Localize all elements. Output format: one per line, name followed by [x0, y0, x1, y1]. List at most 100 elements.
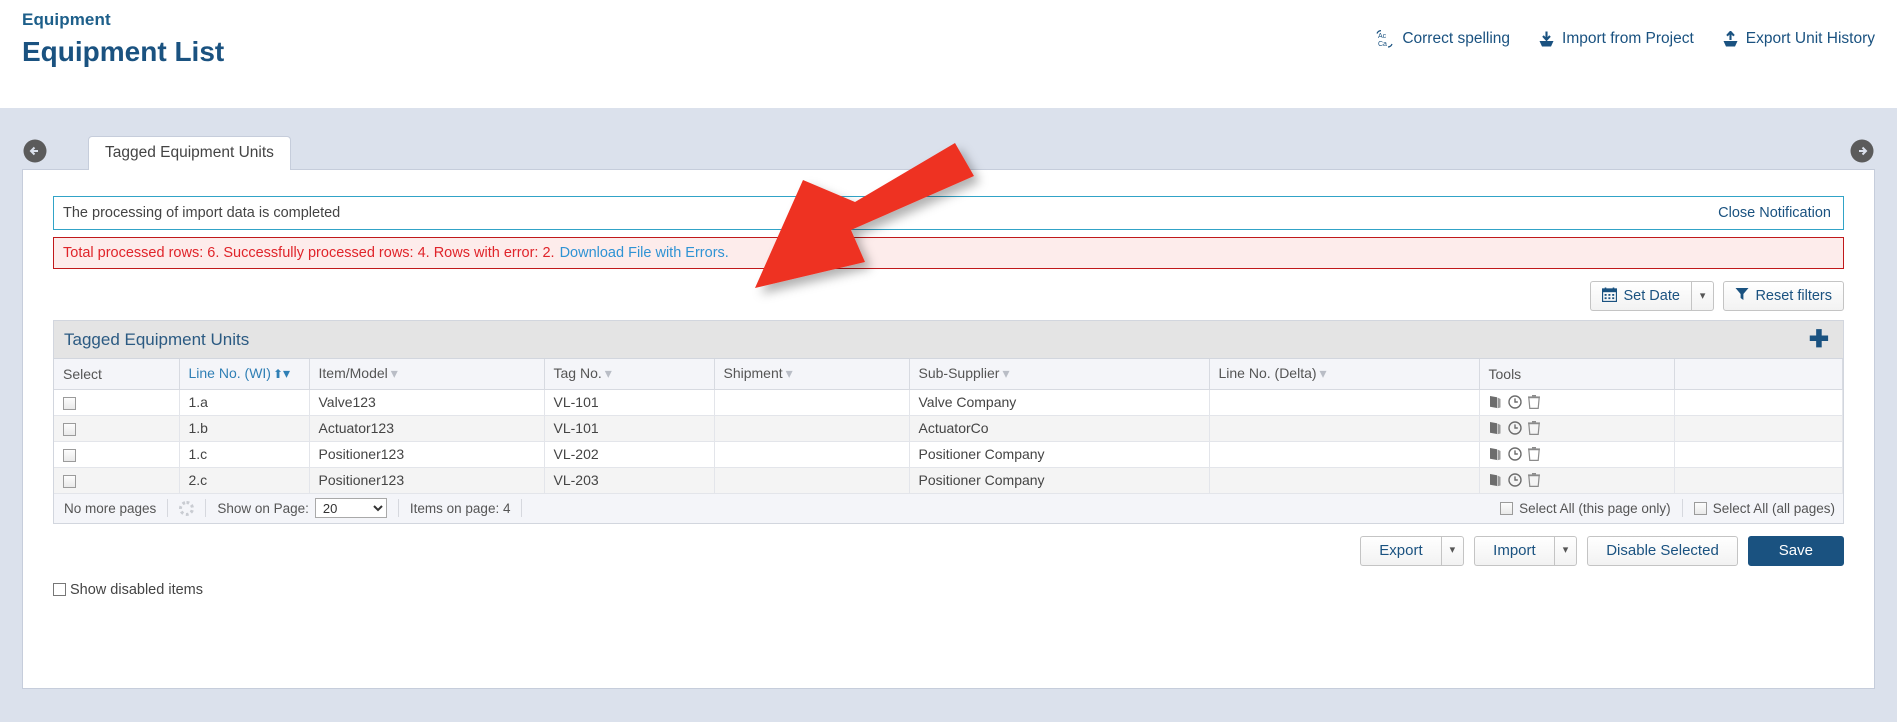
export-label: Export [1379, 542, 1423, 559]
row-select-cell[interactable] [54, 441, 180, 468]
equipment-table: Select Line No. (WI) ⬆▾ Item/Model ▾ Tag N… [54, 359, 1843, 494]
filters-toolbar: Set Date ▾ Reset filters [53, 281, 1844, 311]
column-header-select[interactable]: Select [54, 359, 180, 390]
equipment-grid: Tagged Equipment Units ✚ Select Line No.… [53, 320, 1844, 494]
correct-spelling-action[interactable]: Ac Ca Correct spelling [1376, 30, 1510, 48]
import-dropdown-toggle[interactable]: ▾ [1553, 535, 1578, 566]
chevron-down-icon: ▾ [1699, 289, 1706, 302]
cell-sub-supplier: Positioner Company [909, 441, 1210, 468]
info-notification-message: The processing of import data is complet… [63, 205, 341, 221]
cell-tag-no: VL-203 [544, 467, 715, 494]
cell-shipment [714, 441, 910, 468]
spinner-icon[interactable] [179, 500, 195, 516]
set-date-split-button: Set Date ▾ [1590, 281, 1715, 311]
export-unit-history-action[interactable]: Export Unit History [1722, 30, 1875, 48]
import-button[interactable]: Import [1474, 535, 1554, 566]
history-clock-icon [1507, 447, 1522, 461]
show-disabled-items-label: Show disabled items [70, 581, 203, 598]
show-on-page-select[interactable]: 20 [314, 498, 387, 518]
row-checkbox[interactable] [63, 422, 76, 436]
table-row[interactable]: 2.c Positioner123 VL-203 Positioner Comp… [54, 467, 1843, 494]
row-checkbox[interactable] [63, 396, 76, 410]
grid-footer: No more pages Show on Page: 20 Items on … [53, 493, 1844, 524]
cell-tag-no: VL-101 [544, 415, 715, 442]
cell-tools [1479, 389, 1675, 416]
column-label: Select [63, 365, 102, 382]
row-select-cell[interactable] [54, 415, 180, 442]
filter-icon[interactable]: ▾ [605, 365, 612, 381]
tab-tagged-equipment-units[interactable]: Tagged Equipment Units [88, 136, 291, 170]
export-split-button: Export ▾ [1360, 535, 1465, 566]
column-label: Item/Model [318, 365, 388, 382]
arrow-right-circle-icon [1850, 139, 1874, 163]
table-row[interactable]: 1.b Actuator123 VL-101 ActuatorCo [54, 415, 1843, 442]
svg-text:Ca: Ca [1378, 41, 1387, 48]
cell-line-no-wi: 1.a [179, 389, 310, 416]
export-upload-icon [1722, 30, 1739, 48]
select-all-page-checkbox[interactable]: Select All (this page only) [1500, 501, 1671, 516]
disable-selected-button[interactable]: Disable Selected [1587, 535, 1738, 566]
show-disabled-items-checkbox[interactable]: Show disabled items [53, 582, 203, 598]
filter-icon[interactable]: ▾ [1320, 365, 1327, 381]
import-label: Import [1493, 542, 1536, 559]
export-button[interactable]: Export [1360, 535, 1441, 566]
export-unit-history-label: Export Unit History [1745, 30, 1875, 47]
column-header-item-model[interactable]: Item/Model ▾ [309, 359, 545, 390]
cell-spacer [1674, 441, 1843, 468]
next-nav-arrow[interactable] [1849, 138, 1875, 164]
column-header-shipment[interactable]: Shipment ▾ [714, 359, 910, 390]
row-checkbox[interactable] [63, 448, 76, 462]
column-header-sub-supplier[interactable]: Sub-Supplier ▾ [909, 359, 1210, 390]
table-row[interactable]: 1.a Valve123 VL-101 Valve Company [54, 389, 1843, 416]
funnel-icon [1735, 287, 1749, 305]
cell-line-no-wi: 1.b [179, 415, 310, 442]
column-header-tag-no[interactable]: Tag No. ▾ [544, 359, 715, 390]
filter-icon[interactable]: ▾ [283, 365, 290, 381]
save-button[interactable]: Save [1747, 535, 1844, 566]
column-header-line-no-delta[interactable]: Line No. (Delta) ▾ [1209, 359, 1480, 390]
trash-icon [1527, 447, 1540, 461]
spellcheck-icon: Ac Ca [1376, 30, 1395, 48]
column-label: Sub-Supplier [918, 365, 1000, 382]
prev-nav-arrow[interactable] [22, 138, 48, 164]
cell-sub-supplier: ActuatorCo [909, 415, 1210, 442]
table-row[interactable]: 1.c Positioner123 VL-202 Positioner Comp… [54, 441, 1843, 468]
column-label: Tools [1488, 365, 1522, 382]
app-body: Tagged Equipment Units The processing of… [0, 108, 1897, 722]
divider [521, 499, 523, 517]
select-all-page-box[interactable] [1500, 501, 1514, 515]
row-select-cell[interactable] [54, 389, 180, 416]
calendar-icon [1602, 287, 1618, 306]
cell-shipment [714, 389, 910, 416]
trash-icon [1527, 473, 1540, 487]
set-date-button[interactable]: Set Date [1590, 281, 1691, 311]
select-all-pages-box[interactable] [1693, 501, 1707, 515]
filter-icon[interactable]: ▾ [786, 365, 793, 381]
reset-filters-label: Reset filters [1755, 288, 1832, 304]
reset-filters-button[interactable]: Reset filters [1723, 281, 1844, 311]
download-file-with-errors-link[interactable]: Download File with Errors. [560, 245, 729, 261]
filter-icon[interactable]: ▾ [1002, 365, 1009, 381]
cell-line-no-delta [1209, 441, 1480, 468]
close-notification-button[interactable]: Close Notification [1718, 205, 1831, 221]
select-all-page-label: Select All (this page only) [1519, 500, 1671, 516]
row-select-cell[interactable] [54, 467, 180, 494]
import-from-project-action[interactable]: Import from Project [1538, 30, 1694, 48]
tab-bar: Tagged Equipment Units [88, 136, 1875, 170]
column-header-line-no-wi[interactable]: Line No. (WI) ⬆▾ [179, 359, 310, 390]
filter-icon[interactable]: ▾ [391, 365, 398, 381]
select-all-pages-checkbox[interactable]: Select All (all pages) [1693, 500, 1835, 516]
row-checkbox[interactable] [63, 474, 76, 488]
history-clock-icon [1507, 395, 1522, 409]
cell-spacer [1674, 467, 1843, 494]
select-all-pages-label: Select All (all pages) [1712, 500, 1835, 516]
set-date-dropdown-toggle[interactable]: ▾ [1690, 281, 1715, 311]
cell-line-no-wi: 1.c [179, 441, 310, 468]
show-disabled-items-box[interactable] [53, 583, 66, 596]
cell-item-model: Positioner123 [309, 467, 545, 494]
cell-tools [1479, 415, 1675, 442]
export-dropdown-toggle[interactable]: ▾ [1440, 535, 1465, 566]
divider [397, 499, 399, 517]
add-unit-button[interactable]: ✚ [1809, 327, 1829, 352]
error-notification: Total processed rows: 6. Successfully pr… [53, 237, 1844, 269]
